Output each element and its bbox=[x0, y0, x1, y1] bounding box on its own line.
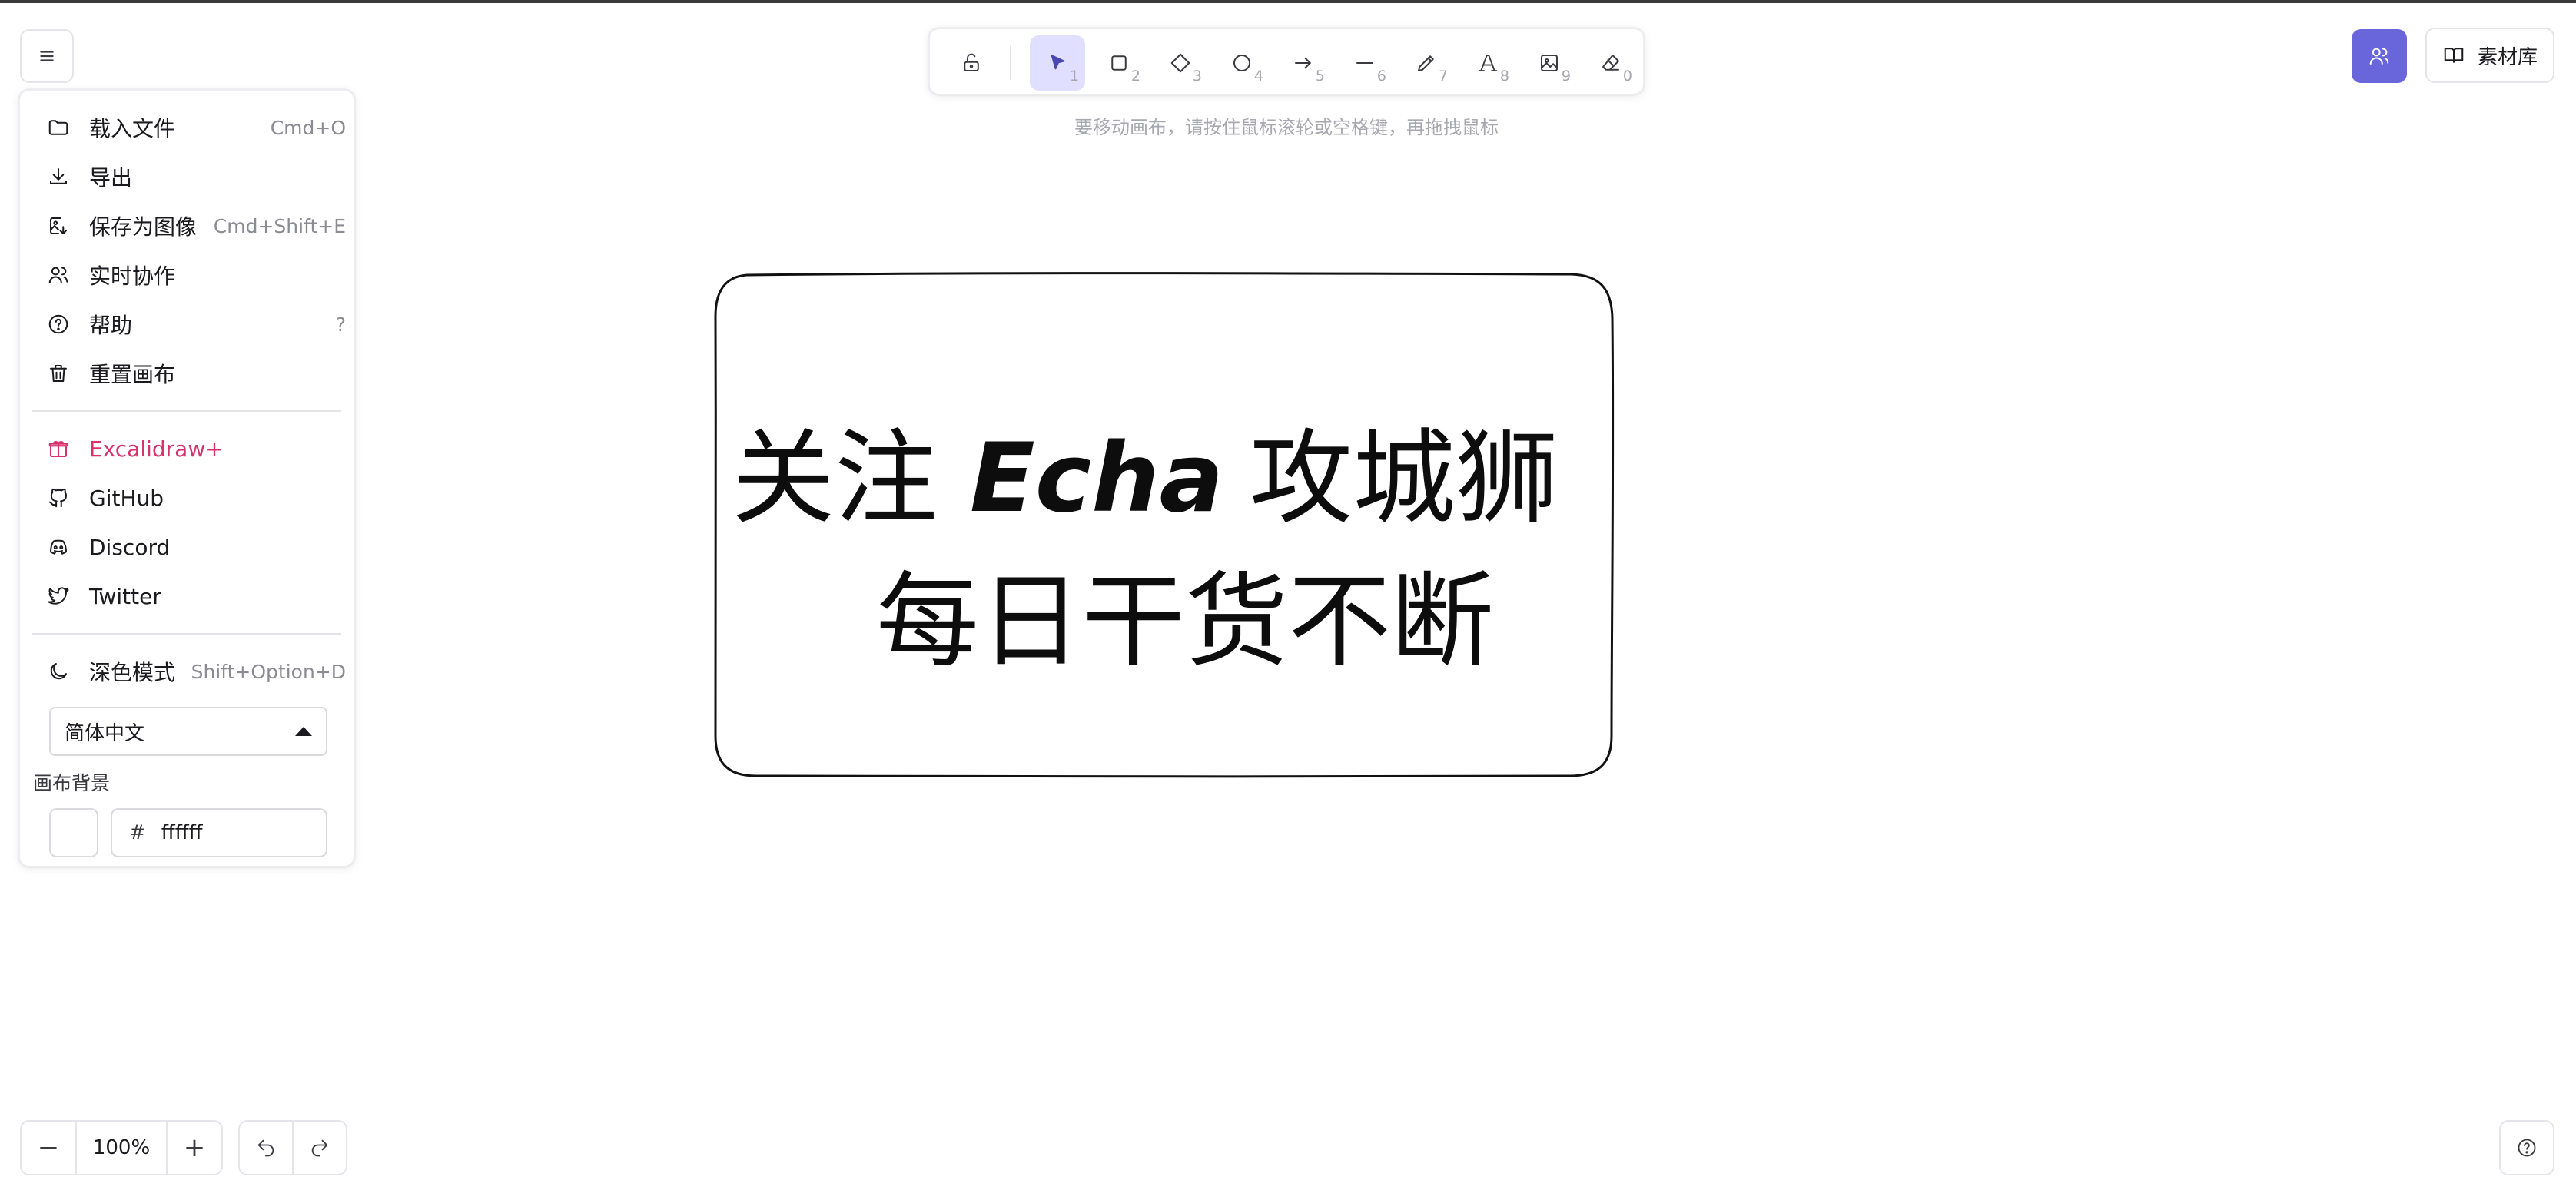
redo-icon bbox=[311, 1139, 328, 1157]
history-controls bbox=[238, 1120, 347, 1175]
canvas-text-line2[interactable]: 每日干货不断 bbox=[876, 564, 1494, 679]
zoom-in-button[interactable]: + bbox=[168, 1122, 221, 1174]
help-button[interactable] bbox=[2499, 1120, 2554, 1175]
zoom-out-button[interactable]: − bbox=[22, 1122, 75, 1174]
zoom-level[interactable]: 100% bbox=[75, 1122, 168, 1174]
redo-button[interactable] bbox=[294, 1122, 346, 1174]
canvas-text-line1-a[interactable]: 关注 bbox=[732, 421, 938, 536]
canvas-text-line1-c[interactable]: 攻城狮 bbox=[1250, 421, 1559, 536]
undo-icon bbox=[257, 1139, 274, 1157]
help-circle-icon bbox=[2518, 1139, 2536, 1157]
zoom-controls: − 100% + bbox=[20, 1120, 223, 1175]
undo-button[interactable] bbox=[240, 1122, 294, 1174]
canvas-text-line1-b[interactable]: Echa bbox=[970, 421, 1223, 536]
